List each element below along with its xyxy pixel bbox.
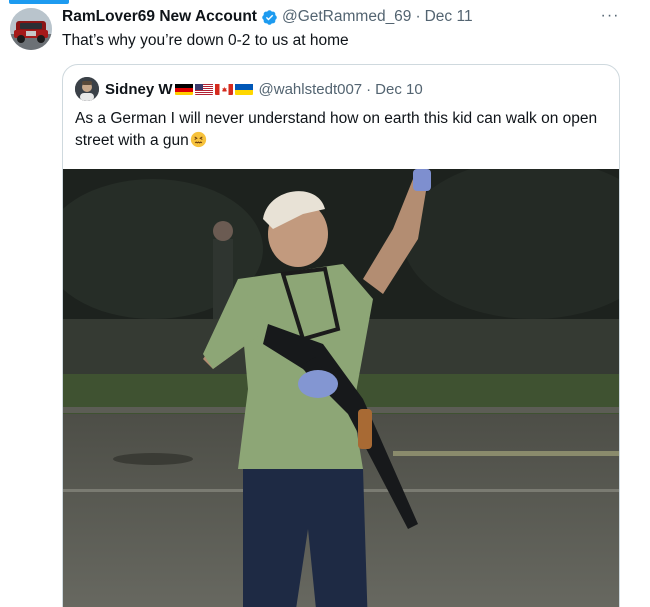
ukraine-flag-icon — [234, 83, 253, 95]
timestamp[interactable]: Dec 11 — [425, 8, 473, 26]
quoted-separator-dot: · — [366, 80, 372, 98]
truck-avatar-icon[interactable] — [10, 8, 52, 50]
canada-flag-icon — [214, 83, 233, 95]
tweet-header: RamLover69 New Account @GetRammed_69 · D… — [62, 7, 473, 27]
photo-man-with-rifle-night-street[interactable] — [63, 169, 619, 607]
display-name[interactable]: RamLover69 New Account — [62, 8, 257, 26]
confounded-face-emoji — [190, 131, 207, 148]
germany-flag-icon — [174, 83, 193, 95]
verified-badge-icon[interactable] — [261, 9, 278, 26]
quoted-user-avatar[interactable] — [75, 77, 99, 101]
quoted-tweet-header: Sidney W @wahlstedt007 · Dec 10 — [75, 77, 423, 101]
usa-flag-icon — [194, 83, 213, 95]
quoted-timestamp[interactable]: Dec 10 — [375, 81, 423, 98]
quoted-display-name[interactable]: Sidney W — [105, 81, 173, 98]
tweet-text: That’s why you’re down 0-2 to us at home — [62, 32, 349, 49]
handle[interactable]: @GetRammed_69 — [282, 8, 411, 26]
tweet[interactable]: RamLover69 New Account @GetRammed_69 · D… — [0, 0, 650, 607]
separator-dot: · — [415, 8, 421, 25]
quoted-tweet-text: As a German I will never understand how … — [75, 108, 605, 152]
more-options-icon[interactable]: ··· — [598, 6, 622, 26]
quoted-tweet-text-content: As a German I will never understand how … — [75, 110, 598, 149]
quoted-handle[interactable]: @wahlstedt007 — [259, 81, 363, 98]
flag-list — [174, 83, 253, 95]
quoted-tweet-card[interactable]: Sidney W @wahlstedt007 · Dec 10 As a Ger… — [62, 64, 620, 607]
